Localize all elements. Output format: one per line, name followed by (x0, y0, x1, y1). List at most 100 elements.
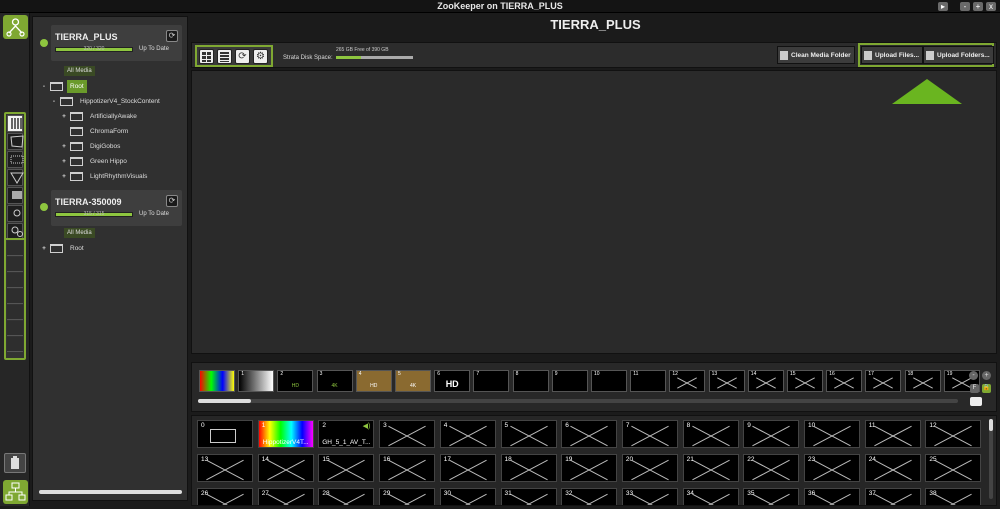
media-slot[interactable]: 21 (682, 454, 739, 482)
nav-slot[interactable] (7, 321, 23, 336)
nav-slot[interactable] (7, 337, 23, 352)
expand-toggle-icon[interactable]: + (41, 242, 47, 255)
media-thumbnail[interactable]: 8 (512, 370, 549, 392)
server-card[interactable]: TIERRA-350009 315 / 315 Up To Date ⟳ (51, 190, 182, 226)
settings-icon[interactable]: ⚙ (253, 49, 268, 64)
list-view-icon[interactable] (217, 49, 232, 64)
media-slot[interactable]: 12 (925, 420, 982, 448)
media-thumbnail[interactable]: 13 (708, 370, 745, 392)
media-slot[interactable]: 6 (561, 420, 618, 448)
media-slot[interactable]: 2 GH_5_1_AV_T... ◀) (318, 420, 375, 448)
media-slot[interactable]: 18 (500, 454, 557, 482)
media-slot[interactable]: 19 (561, 454, 618, 482)
media-canvas[interactable] (191, 70, 997, 354)
lock-icon[interactable]: 🔒 (982, 384, 991, 393)
media-slot[interactable]: 36 (804, 488, 860, 505)
media-slot[interactable]: 10 (804, 420, 860, 448)
media-slot[interactable]: 17 (439, 454, 496, 482)
clipboard-icon[interactable] (4, 453, 26, 473)
all-media-link[interactable]: All Media (64, 66, 95, 76)
media-slot[interactable]: 34 (682, 488, 739, 505)
media-thumbnail[interactable]: 10 (591, 370, 627, 392)
media-slot[interactable]: 26 (197, 488, 253, 505)
media-slot[interactable]: 25 (925, 454, 982, 482)
all-media-link[interactable]: All Media (64, 228, 95, 238)
projection-icon[interactable] (7, 169, 24, 186)
media-thumbnail[interactable]: 15 (787, 370, 823, 392)
expand-toggle-icon[interactable]: + (61, 140, 67, 153)
zoom-out-icon[interactable]: - (969, 371, 978, 380)
media-thumbnail[interactable]: 6 HD (434, 370, 471, 392)
refresh-icon[interactable]: ⟳ (166, 30, 178, 42)
toggle-switch[interactable] (970, 397, 982, 406)
sync-icon[interactable]: ⟳ (235, 49, 250, 64)
nav-slot[interactable] (7, 257, 23, 272)
media-thumbnail[interactable]: 14 (747, 370, 784, 392)
media-thumbnail[interactable]: 9 (551, 370, 588, 392)
media-slot[interactable]: 0 (197, 420, 253, 448)
refresh-icon[interactable]: ⟳ (166, 195, 178, 207)
media-thumbnail[interactable]: 16 (826, 370, 863, 392)
media-thumbnail[interactable]: 5 4K (395, 370, 431, 392)
media-slot[interactable]: 8 (682, 420, 739, 448)
media-slot[interactable]: 24 (864, 454, 921, 482)
media-thumbnail[interactable]: 4 HD (355, 370, 392, 392)
media-slot[interactable]: 28 (318, 488, 375, 505)
media-slot[interactable]: 16 (379, 454, 436, 482)
grid-view-icon[interactable] (199, 49, 214, 64)
device-icon[interactable] (7, 205, 23, 222)
media-slot[interactable]: 20 (621, 454, 678, 482)
media-slot[interactable]: 23 (804, 454, 860, 482)
media-icon[interactable]: ▸ (938, 2, 948, 11)
network-tree-icon[interactable] (3, 480, 28, 504)
media-slot[interactable]: 9 (743, 420, 800, 448)
keystone-icon[interactable] (7, 133, 24, 150)
expand-toggle-icon[interactable]: - (41, 80, 47, 93)
media-slot[interactable]: 38 (925, 488, 982, 505)
zoom-in-icon[interactable]: + (982, 371, 991, 380)
media-thumbnail[interactable]: 7 (473, 370, 510, 392)
media-slot[interactable]: 5 (500, 420, 557, 448)
media-thumbnail[interactable]: 2 HD (277, 370, 314, 392)
close-button[interactable]: x (986, 2, 996, 11)
pixel-map-icon[interactable] (7, 151, 24, 168)
network-icon[interactable] (7, 187, 23, 204)
media-slot[interactable]: 35 (743, 488, 800, 505)
strip-scrollbar[interactable] (198, 399, 958, 403)
media-slot[interactable]: 37 (864, 488, 921, 505)
media-slot[interactable]: 31 (500, 488, 557, 505)
media-slot[interactable]: 15 (318, 454, 375, 482)
media-slot[interactable]: 13 (197, 454, 253, 482)
nav-slot[interactable] (7, 241, 23, 256)
expand-toggle-icon[interactable]: - (51, 95, 57, 108)
media-slot[interactable]: 4 (439, 420, 496, 448)
media-slot[interactable]: 30 (439, 488, 496, 505)
upload-files-button[interactable]: Upload Files... (861, 46, 924, 64)
grid-scrollbar[interactable] (989, 419, 993, 499)
media-slot[interactable]: 27 (257, 488, 314, 505)
media-slot[interactable]: 1 HippotizerV4T... (257, 420, 314, 448)
expand-toggle-icon[interactable]: + (61, 110, 67, 123)
nav-slot[interactable] (7, 289, 23, 304)
nav-slot[interactable] (7, 305, 23, 320)
media-slot[interactable]: 33 (621, 488, 678, 505)
media-slot[interactable]: 29 (379, 488, 436, 505)
media-thumbnail[interactable]: 1 (238, 370, 275, 392)
expand-toggle-icon[interactable]: + (61, 155, 67, 168)
media-thumbnail[interactable]: 11 (630, 370, 667, 392)
maximize-button[interactable]: + (973, 2, 983, 11)
media-thumbnail[interactable] (199, 370, 235, 392)
media-thumbnail[interactable]: 12 (669, 370, 706, 392)
media-thumbnail[interactable]: 3 4K (316, 370, 353, 392)
expand-toggle-icon[interactable]: + (61, 170, 67, 183)
media-bars-icon[interactable] (7, 115, 23, 132)
zookeeper-logo-icon[interactable] (3, 15, 28, 39)
nav-slot[interactable] (7, 273, 23, 288)
panel-scrollbar[interactable] (39, 490, 182, 494)
media-thumbnail[interactable]: 18 (904, 370, 941, 392)
media-slot[interactable]: 14 (257, 454, 314, 482)
minimize-button[interactable]: - (960, 2, 970, 11)
media-slot[interactable]: 11 (864, 420, 921, 448)
filter-icon[interactable]: F (970, 384, 979, 393)
upload-folders-button[interactable]: Upload Folders... (923, 46, 994, 64)
